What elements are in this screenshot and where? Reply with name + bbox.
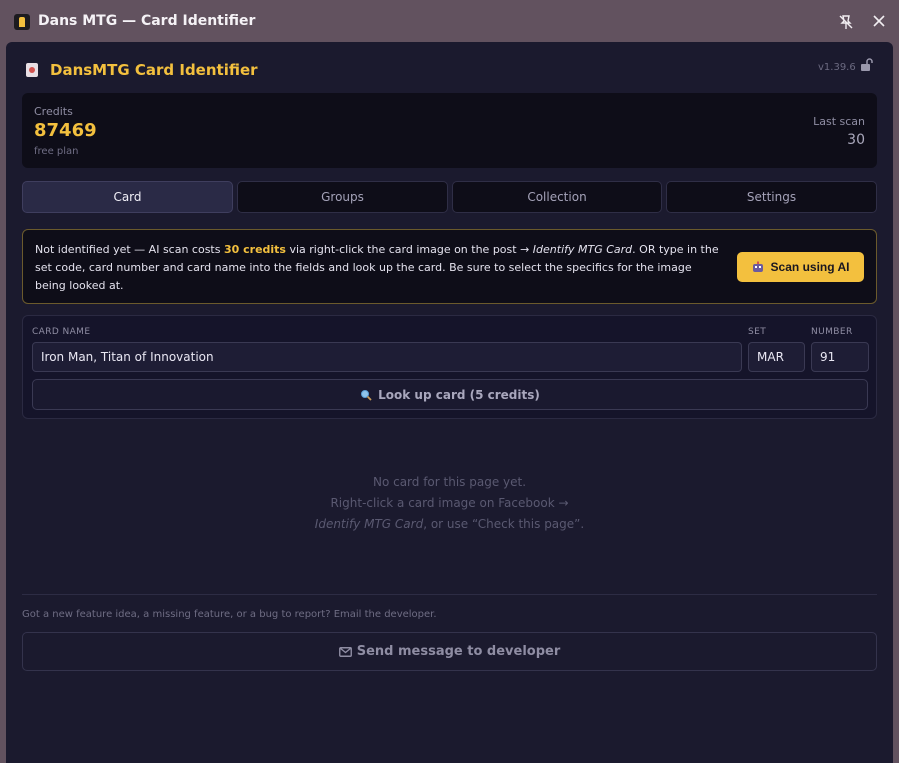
card-name-label: CARD NAME (32, 327, 91, 337)
card-logo-icon (26, 63, 38, 77)
robot-icon (752, 261, 763, 272)
empty-line-1: No card for this page yet. (372, 475, 527, 489)
window-titlebar: Dans MTG — Card Identifier (0, 0, 899, 42)
credits-card: Credits 87469 free plan Last scan 30 (22, 93, 877, 168)
lookup-form: CARD NAME SET NUMBER Iron Man, Titan of … (22, 315, 877, 419)
unlock-icon[interactable] (860, 58, 874, 72)
send-message-button[interactable]: Send message to developer (22, 632, 877, 671)
set-label: SET (748, 327, 767, 337)
empty-line-3: Identify MTG Card, or use “Check this pa… (314, 517, 585, 531)
pin-off-icon[interactable] (838, 14, 854, 30)
set-input[interactable]: MAR (748, 342, 805, 372)
empty-state: No card for this page yet. Right-click a… (22, 472, 877, 535)
tab-card[interactable]: Card (22, 181, 233, 213)
last-scan-value: 30 (847, 132, 865, 148)
panel-header: DansMTG Card Identifier (26, 60, 258, 80)
notice-text: Not identified yet — AI scan costs 30 cr… (35, 243, 719, 292)
close-icon[interactable] (872, 14, 886, 28)
version-label: v1.39.6 (818, 62, 856, 73)
tab-collection[interactable]: Collection (452, 181, 662, 213)
window-title: Dans MTG — Card Identifier (38, 13, 256, 29)
scan-cost: 30 credits (223, 243, 286, 256)
number-input[interactable]: 91 (811, 342, 869, 372)
mail-icon (338, 646, 352, 657)
app-title: DansMTG Card Identifier (50, 61, 258, 79)
empty-line-2: Right-click a card image on Facebook → (330, 496, 569, 510)
lookup-card-button[interactable]: Look up card (5 credits) (32, 379, 868, 410)
last-scan-label: Last scan (813, 115, 865, 128)
card-name-input[interactable]: Iron Man, Titan of Innovation (32, 342, 742, 372)
tab-groups[interactable]: Groups (237, 181, 448, 213)
divider (22, 594, 877, 595)
number-label: NUMBER (811, 327, 853, 337)
credits-label: Credits (34, 105, 73, 118)
search-icon (361, 389, 372, 401)
not-identified-notice: Not identified yet — AI scan costs 30 cr… (22, 229, 877, 304)
credits-value: 87469 (34, 120, 97, 141)
app-icon (14, 14, 30, 30)
tab-settings[interactable]: Settings (666, 181, 877, 213)
feedback-text: Got a new feature idea, a missing featur… (22, 609, 437, 620)
plan-label: free plan (34, 146, 79, 157)
scan-using-ai-button[interactable]: Scan using AI (737, 252, 864, 282)
main-panel: DansMTG Card Identifier v1.39.6 Credits … (6, 42, 893, 763)
